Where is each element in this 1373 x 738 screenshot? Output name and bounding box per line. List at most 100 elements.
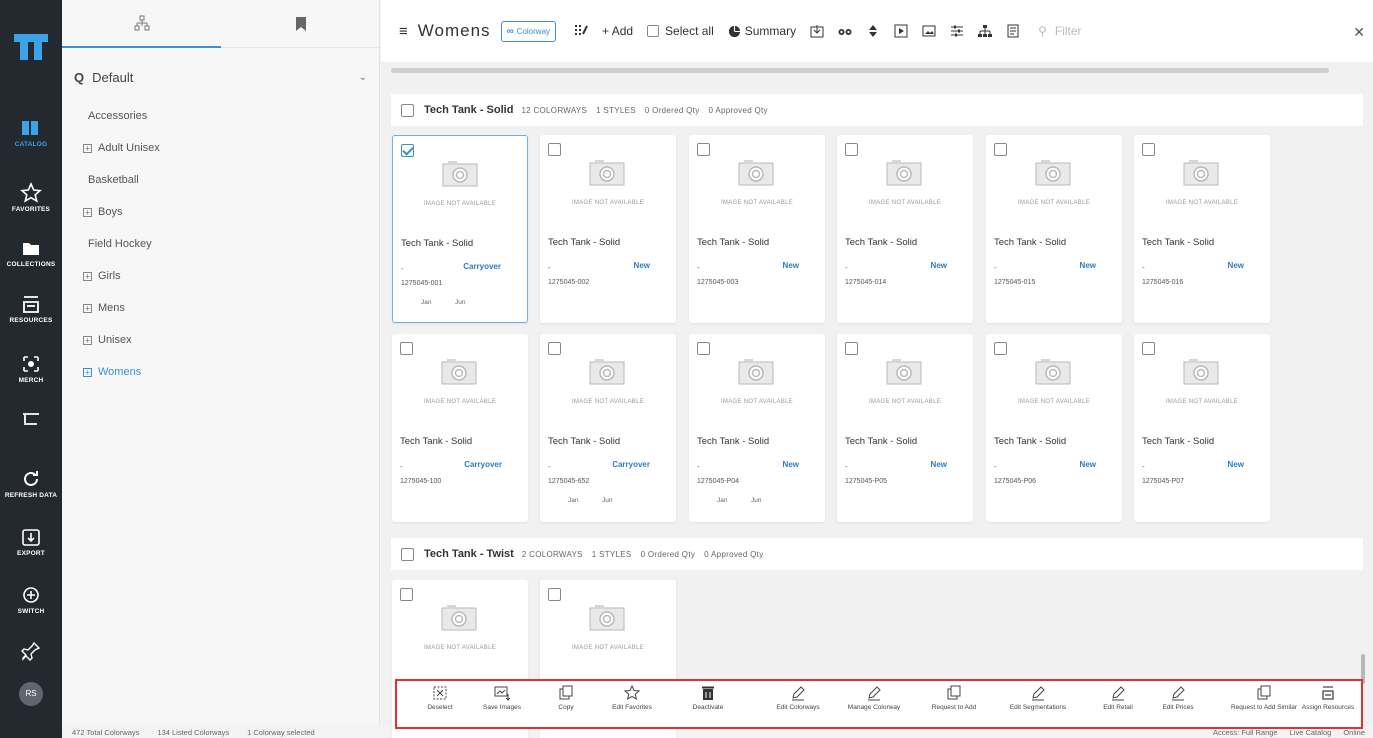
group-stat-colorways: 2 COLORWAYS xyxy=(521,549,583,559)
colorway-card[interactable]: IMAGE NOT AVAILABLE Tech Tank - Solid - Car… xyxy=(392,334,528,522)
tree-item[interactable]: + Mens xyxy=(62,292,379,324)
rail-item-switch[interactable]: SWITCH xyxy=(0,584,62,615)
action-request-to-add-similar[interactable]: Request to Add Similar xyxy=(1229,685,1299,712)
colorway-toggle[interactable]: ∞ Colorway xyxy=(500,20,557,42)
rail-item-merch[interactable]: MERCH xyxy=(0,353,62,384)
close-icon[interactable]: ✕ xyxy=(1353,24,1365,41)
grid-edit-icon[interactable] xyxy=(574,24,588,38)
action-request-to-add[interactable]: Request to Add xyxy=(919,685,989,712)
rail-item-favorites[interactable]: FAVORITES xyxy=(0,182,62,213)
colorway-card[interactable]: IMAGE NOT AVAILABLE Tech Tank - Solid - Car… xyxy=(392,135,528,323)
colorway-card[interactable]: IMAGE NOT AVAILABLE Tech Tank - Solid - New… xyxy=(986,135,1122,323)
action-label: Manage Colorway xyxy=(847,704,901,711)
add-button[interactable]: + Add xyxy=(602,24,633,38)
action-assign-resources[interactable]: Assign Resources xyxy=(1293,685,1363,712)
rail-item-refresh-data[interactable]: REFRESH DATA xyxy=(0,468,62,499)
colorway-card[interactable]: IMAGE NOT AVAILABLE Tech Tank - Solid - Car… xyxy=(540,334,676,522)
action-edit-colorways[interactable]: Edit Colorways xyxy=(763,685,833,712)
rail-item-resources[interactable]: RESOURCES xyxy=(0,293,62,324)
action-save-images[interactable]: Save Images xyxy=(467,685,537,712)
card-checkbox[interactable] xyxy=(548,588,561,601)
tab-bookmarks[interactable] xyxy=(221,0,380,48)
tree-item[interactable]: + Boys xyxy=(62,196,379,228)
card-checkbox[interactable] xyxy=(994,342,1007,355)
card-checkbox[interactable] xyxy=(401,144,414,157)
group-stat-ordered: 0 Ordered Qty xyxy=(644,105,700,115)
menu-icon[interactable]: ≡ xyxy=(399,23,408,40)
group-checkbox[interactable] xyxy=(401,547,414,561)
play-icon[interactable] xyxy=(894,24,908,38)
colorway-card[interactable]: IMAGE NOT AVAILABLE Tech Tank - Solid - New… xyxy=(689,135,825,323)
expand-icon[interactable]: + xyxy=(83,207,92,217)
action-deactivate[interactable]: Deactivate xyxy=(673,685,743,712)
card-checkbox[interactable] xyxy=(548,342,561,355)
action-edit-favorites[interactable]: Edit Favorites xyxy=(597,685,667,712)
card-checkbox[interactable] xyxy=(1142,143,1155,156)
group-stat-colorways: 12 COLORWAYS xyxy=(521,105,588,115)
action-label: Edit Prices xyxy=(1162,704,1194,711)
tree-item[interactable]: + Girls xyxy=(62,260,379,292)
card-checkbox[interactable] xyxy=(1142,342,1155,355)
select-all-checkbox[interactable] xyxy=(647,25,660,37)
toolbar: ≡ Womens ∞ Colorway + Add Select all Sum… xyxy=(381,0,1373,62)
colorway-card[interactable]: IMAGE NOT AVAILABLE Tech Tank - Solid - New… xyxy=(986,334,1122,522)
card-checkbox[interactable] xyxy=(845,342,858,355)
colorway-card[interactable]: IMAGE NOT AVAILABLE Tech Tank - Solid - New… xyxy=(837,135,973,323)
action-edit-prices[interactable]: Edit Prices xyxy=(1143,685,1213,712)
card-checkbox[interactable] xyxy=(548,143,561,156)
colorway-card[interactable]: IMAGE NOT AVAILABLE Tech Tank - Solid - New… xyxy=(540,135,676,323)
sort-icon[interactable] xyxy=(866,24,880,38)
tree-item-label: Accessories xyxy=(88,110,148,122)
colorway-card[interactable]: IMAGE NOT AVAILABLE Tech Tank - Solid - New… xyxy=(837,334,973,522)
rail-item-export[interactable]: EXPORT xyxy=(0,526,62,557)
action-manage-colorway[interactable]: Manage Colorway xyxy=(839,685,909,712)
card-checkbox[interactable] xyxy=(697,342,710,355)
colorway-card[interactable]: IMAGE NOT AVAILABLE Tech Tank - Solid - New… xyxy=(1134,334,1270,522)
user-avatar[interactable]: RS xyxy=(19,682,43,706)
summary-label: Summary xyxy=(744,24,797,38)
tree-item[interactable]: + Womens xyxy=(62,356,379,388)
action-deselect[interactable]: Deselect xyxy=(405,685,475,712)
action-edit-segmentations[interactable]: Edit Segmentations xyxy=(1003,685,1073,712)
binoculars-icon[interactable] xyxy=(838,24,852,38)
tree-item[interactable]: Basketball xyxy=(62,164,379,196)
selected-colorways: 1 Colorway selected xyxy=(247,728,315,737)
card-checkbox[interactable] xyxy=(400,342,413,355)
tree-item[interactable]: Field Hockey xyxy=(62,228,379,260)
rail-item-catalog[interactable]: CATALOG xyxy=(0,117,62,148)
hierarchy-icon[interactable] xyxy=(978,24,993,38)
sliders-icon[interactable] xyxy=(950,24,964,38)
document-icon[interactable] xyxy=(1006,24,1020,38)
tree-item[interactable]: Accessories xyxy=(62,100,379,132)
brand-logo-icon[interactable] xyxy=(14,34,48,60)
action-copy[interactable]: Copy xyxy=(531,685,601,712)
expand-icon[interactable]: + xyxy=(83,335,92,345)
filter-input[interactable]: ⚲ Filter xyxy=(1038,24,1188,38)
card-checkbox[interactable] xyxy=(697,143,710,156)
export-icon[interactable] xyxy=(810,24,824,38)
expand-icon[interactable]: + xyxy=(83,143,92,153)
view-select[interactable]: Q Default ⌄ xyxy=(74,62,367,92)
horizontal-scrollbar[interactable] xyxy=(391,68,1329,73)
colorway-card[interactable]: IMAGE NOT AVAILABLE Tech Tank - Solid - New… xyxy=(1134,135,1270,323)
colorway-card[interactable]: IMAGE NOT AVAILABLE Tech Tank - Solid - New… xyxy=(689,334,825,522)
card-checkbox[interactable] xyxy=(400,588,413,601)
rail-item-cart[interactable] xyxy=(0,408,62,430)
expand-icon[interactable]: + xyxy=(83,303,92,313)
action-label: Copy xyxy=(558,704,574,711)
tree-item[interactable]: + Unisex xyxy=(62,324,379,356)
tab-hierarchy[interactable] xyxy=(62,0,221,48)
expand-icon[interactable]: + xyxy=(83,271,92,281)
category-sidebar: Q Default ⌄ Accessories + Adult Unisex Bask… xyxy=(62,0,380,725)
card-checkbox[interactable] xyxy=(845,143,858,156)
rail-item-collections[interactable]: COLLECTIONS xyxy=(0,237,62,268)
pin-icon xyxy=(21,641,41,661)
card-checkbox[interactable] xyxy=(994,143,1007,156)
summary-button[interactable]: Summary xyxy=(728,24,796,38)
rail-item-pin[interactable] xyxy=(0,640,62,662)
expand-icon[interactable]: + xyxy=(83,367,92,377)
select-all-control[interactable]: Select all xyxy=(647,24,714,38)
group-checkbox[interactable] xyxy=(401,103,414,117)
tree-item[interactable]: + Adult Unisex xyxy=(62,132,379,164)
image-icon[interactable] xyxy=(922,24,936,38)
